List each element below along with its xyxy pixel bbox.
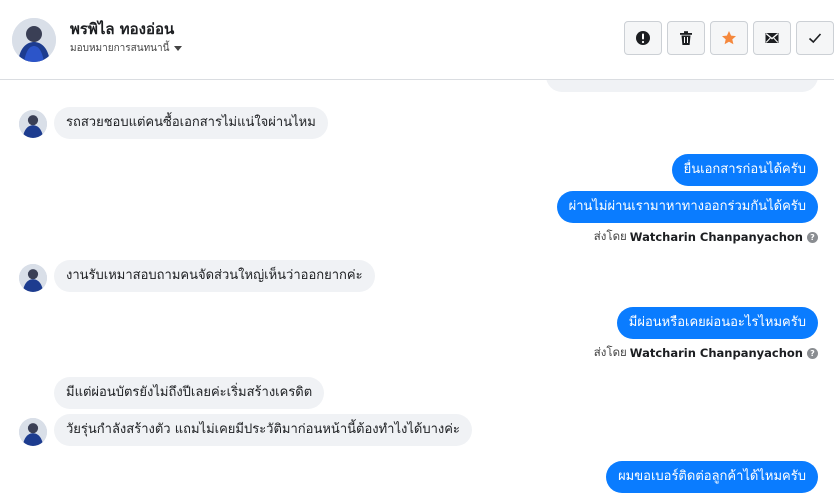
incoming-message[interactable]: วัยรุ่นกำลังสร้างตัว แถมไม่เคยมีประวัติม… bbox=[54, 414, 472, 446]
avatar[interactable] bbox=[12, 18, 56, 62]
star-icon bbox=[722, 31, 736, 45]
trash-icon bbox=[680, 31, 692, 45]
avatar[interactable] bbox=[19, 264, 47, 292]
mark-unread-button[interactable] bbox=[753, 21, 791, 55]
agent-name: Watcharin Chanpanyachon bbox=[629, 346, 803, 360]
star-button[interactable] bbox=[710, 21, 748, 55]
question-circle-icon[interactable]: ? bbox=[807, 231, 818, 243]
agent-name: Watcharin Chanpanyachon bbox=[629, 230, 803, 244]
sent-by-prefix: ส่งโดย bbox=[593, 229, 627, 243]
user-avatar-icon bbox=[12, 18, 56, 62]
contact-name[interactable]: พรพิไล ทองอ่อน bbox=[70, 17, 174, 41]
conversation-header: พรพิไล ทองอ่อน มอบหมายการสนทนานี้ bbox=[0, 0, 834, 80]
caret-down-icon bbox=[174, 46, 183, 51]
incoming-message[interactable]: รถสวยชอบแต่คนซื้อเอกสารไม่แน่ใจผ่านไหม bbox=[54, 107, 328, 139]
user-avatar-icon bbox=[19, 264, 47, 292]
outgoing-message[interactable]: ผมขอเบอร์ติดต่อลูกค้าได้ไหมครับ bbox=[606, 461, 818, 493]
avatar[interactable] bbox=[19, 110, 47, 138]
sent-by-label: ส่งโดย Watcharin Chanpanyachon ? bbox=[594, 229, 818, 245]
sent-by-prefix: ส่งโดย bbox=[593, 345, 627, 359]
sent-by-label: ส่งโดย Watcharin Chanpanyachon ? bbox=[594, 345, 818, 361]
inbox-conversation: พรพิไล ทองอ่อน มอบหมายการสนทนานี้ รถสวยช… bbox=[0, 0, 834, 500]
exclamation-circle-icon bbox=[636, 31, 650, 45]
user-avatar-icon bbox=[19, 110, 47, 138]
mark-done-button[interactable] bbox=[796, 21, 834, 55]
outgoing-message[interactable]: ยื่นเอกสารก่อนได้ครับ bbox=[671, 154, 818, 186]
spam-button[interactable] bbox=[624, 21, 662, 55]
user-avatar-icon bbox=[19, 418, 47, 446]
incoming-message[interactable]: มีแต่ผ่อนบัตรยังไม่ถึงปีเลยค่ะเริ่มสร้าง… bbox=[54, 377, 325, 409]
outgoing-message[interactable]: ผ่านไม่ผ่านเรามาหาทางออกร่วมกันได้ครับ bbox=[556, 191, 818, 223]
header-actions bbox=[624, 21, 834, 55]
previous-message-bubble bbox=[546, 80, 818, 92]
assign-conversation-dropdown[interactable]: มอบหมายการสนทนานี้ bbox=[70, 41, 183, 56]
assign-label: มอบหมายการสนทนานี้ bbox=[70, 43, 170, 54]
checkmark-icon bbox=[808, 33, 822, 44]
question-circle-icon[interactable]: ? bbox=[807, 347, 818, 359]
message-list[interactable]: รถสวยชอบแต่คนซื้อเอกสารไม่แน่ใจผ่านไหม ย… bbox=[0, 80, 834, 500]
outgoing-message[interactable]: มีผ่อนหรือเคยผ่อนอะไรไหมครับ bbox=[616, 307, 818, 339]
avatar[interactable] bbox=[19, 418, 47, 446]
envelope-icon bbox=[765, 33, 779, 43]
delete-button[interactable] bbox=[667, 21, 705, 55]
incoming-message[interactable]: งานรับเหมาสอบถามคนจัดส่วนใหญ่เห็นว่าออกย… bbox=[54, 260, 375, 292]
